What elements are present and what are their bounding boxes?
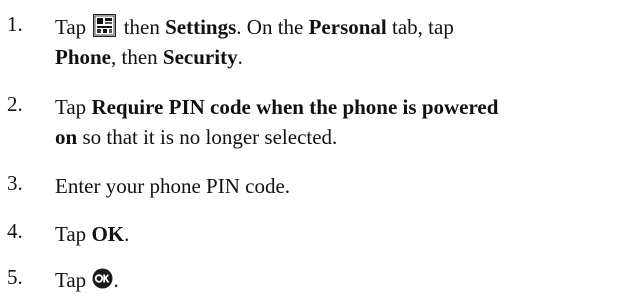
step-text: Tap . (55, 265, 623, 295)
text-run: . On the (236, 15, 309, 39)
step-line: Phone, then Security. (55, 42, 623, 72)
step-number: 5. (7, 265, 23, 289)
step-text: Enter your phone PIN code. (55, 171, 623, 201)
text-run: . (124, 222, 130, 246)
text-run: Tap (55, 15, 92, 39)
ok-button-icon (92, 267, 113, 289)
step-line: on so that it is no longer selected. (55, 122, 623, 152)
text-run: , then (111, 45, 163, 69)
step-line: Tap OK. (55, 219, 623, 249)
text-run: . (237, 45, 243, 69)
step-text: Tap Require PIN code when the phone is p… (55, 92, 623, 152)
instruction-steps: 1. Tap then Settings. On the Personal ta… (0, 0, 625, 305)
text-run: Tap (55, 268, 92, 292)
ui-term: OK (91, 222, 125, 246)
ui-term: Personal (308, 15, 387, 39)
step-line: Enter your phone PIN code. (55, 171, 623, 201)
step-line: Tap . (55, 265, 623, 295)
step-number: 1. (7, 12, 23, 36)
ui-term: Phone (55, 45, 112, 69)
ui-term: on (55, 125, 78, 149)
step-number: 3. (7, 171, 23, 195)
ui-term: Require PIN code when the phone is power… (91, 95, 499, 119)
ui-term: Security (162, 45, 238, 69)
text-run: . (113, 268, 119, 292)
step-line: Tap then Settings. On the Personal tab, … (55, 12, 623, 42)
text-run: Enter your phone PIN code. (55, 174, 291, 198)
step-text: Tap OK. (55, 219, 623, 249)
text-run: so that it is no longer selected. (77, 125, 338, 149)
text-run: then (118, 15, 166, 39)
start-menu-icon (93, 14, 117, 37)
step-number: 2. (7, 92, 23, 116)
ui-term: Settings (165, 15, 237, 39)
text-run: Tap (55, 222, 92, 246)
text-run: tab, tap (386, 15, 454, 39)
step-line: Tap Require PIN code when the phone is p… (55, 92, 623, 122)
text-run: Tap (55, 95, 92, 119)
step-text: Tap then Settings. On the Personal tab, … (55, 12, 623, 72)
step-number: 4. (7, 219, 23, 243)
